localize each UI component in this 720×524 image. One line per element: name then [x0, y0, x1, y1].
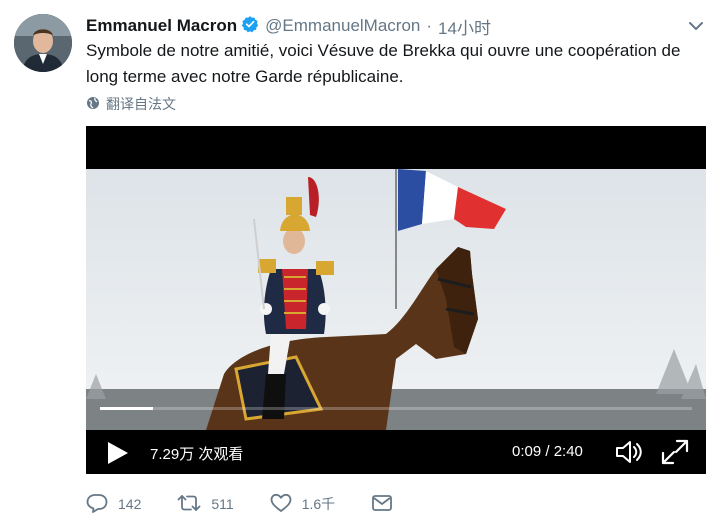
globe-icon — [86, 96, 106, 113]
tweet-actions: 142 511 1.6千 — [86, 490, 706, 518]
tweet-text: Symbole de notre amitié, voici Vésuve de… — [86, 41, 681, 86]
direct-message-icon — [371, 493, 403, 516]
like-button[interactable]: 1.6千 — [270, 493, 335, 516]
timestamp[interactable]: 14小时 — [438, 14, 491, 39]
verified-badge-icon — [241, 15, 265, 38]
volume-icon[interactable] — [614, 438, 644, 466]
video-controls: 7.29万 次观看 0:09 / 2:40 — [86, 430, 706, 474]
play-icon[interactable] — [104, 440, 130, 466]
video-player[interactable]: 7.29万 次观看 0:09 / 2:40 — [86, 126, 706, 474]
chevron-down-icon[interactable] — [686, 16, 706, 36]
retweet-icon — [177, 493, 211, 516]
tweet-header: Emmanuel Macron @EmmanuelMacron · 14小时 — [86, 14, 706, 38]
reply-button[interactable]: 142 — [86, 493, 141, 516]
separator: · — [426, 16, 433, 35]
flag-icon — [398, 169, 426, 231]
video-progress-fill — [100, 407, 154, 410]
avatar[interactable] — [14, 14, 72, 72]
video-time: 0:09 / 2:40 — [512, 443, 583, 460]
retweet-button[interactable]: 511 — [177, 493, 234, 516]
author-name[interactable]: Emmanuel Macron — [86, 16, 237, 36]
reply-icon — [86, 493, 118, 516]
direct-message-button[interactable] — [371, 493, 403, 516]
expand-icon[interactable] — [660, 438, 690, 466]
reply-count: 142 — [118, 496, 142, 512]
translate-label: 翻译自法文 — [106, 96, 176, 112]
retweet-count: 511 — [211, 496, 234, 512]
view-count: 7.29万 次观看 — [150, 446, 244, 463]
video-frame[interactable] — [86, 169, 706, 430]
translate-link[interactable]: 翻译自法文 — [86, 94, 176, 114]
like-icon — [270, 493, 302, 516]
like-count: 1.6千 — [301, 496, 336, 512]
video-progress-bar[interactable] — [100, 407, 692, 410]
author-handle[interactable]: @EmmanuelMacron — [265, 16, 420, 36]
